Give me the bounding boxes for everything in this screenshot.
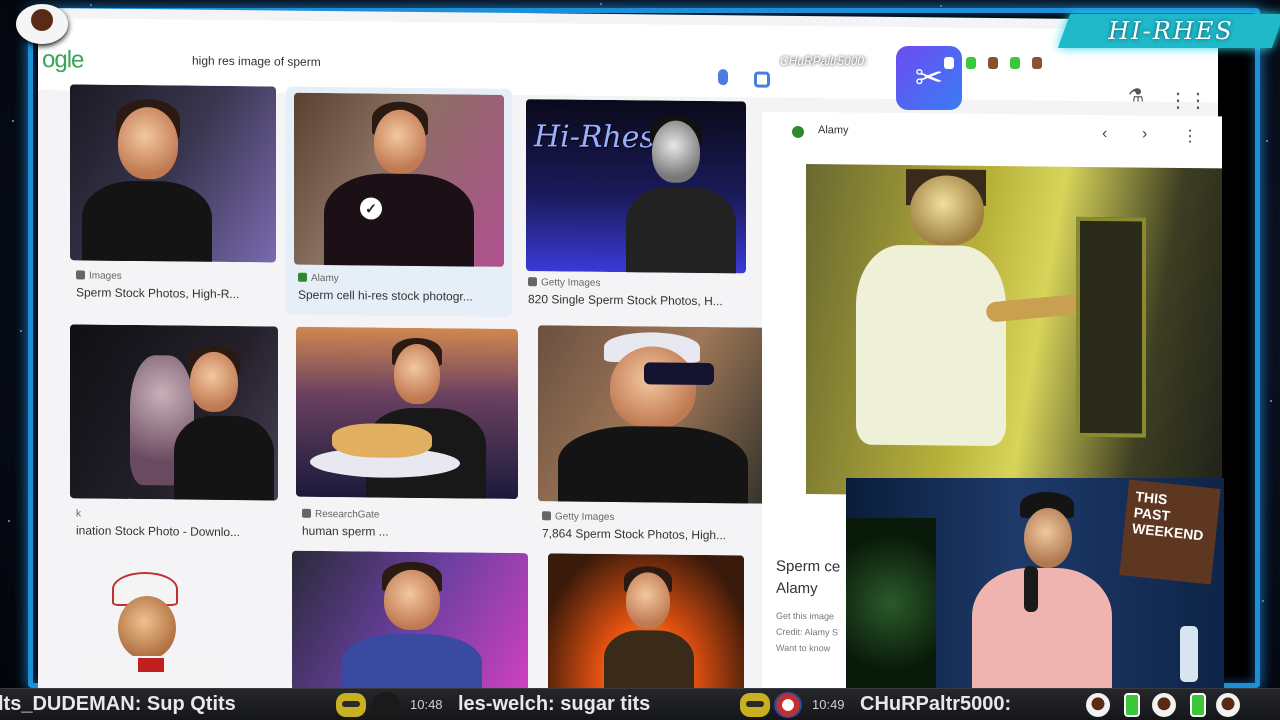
sunglasses bbox=[644, 362, 714, 386]
overlay-chat-user: CHuRPaltr5000: bbox=[780, 54, 868, 68]
result-source-5: ResearchGate bbox=[302, 508, 389, 521]
chat-message-2: les-welch: sugar tits bbox=[458, 693, 651, 715]
chat-message-1: lts_DUDEMAN: Sup Qtits bbox=[0, 693, 236, 715]
host-face bbox=[1024, 508, 1072, 568]
chat-badge-icon bbox=[740, 693, 770, 717]
result-caption-2[interactable]: Alamy Sperm cell hi-res stock photogr... bbox=[298, 272, 473, 304]
podcast-webcam: THIS PAST WEEKEND bbox=[846, 478, 1224, 688]
webcam-face bbox=[118, 596, 176, 660]
more-options-icon[interactable]: ⋮ bbox=[1182, 126, 1198, 146]
image-result-6[interactable] bbox=[538, 325, 770, 504]
webcam-left bbox=[82, 566, 262, 690]
chat-badge-icon bbox=[336, 693, 366, 717]
labs-flask-icon[interactable]: ⚗ bbox=[1128, 85, 1144, 106]
overlay-emotes bbox=[944, 56, 1054, 74]
google-lens-icon[interactable] bbox=[754, 71, 770, 88]
image-result-5[interactable] bbox=[296, 326, 518, 500]
result-source-1: Images bbox=[76, 270, 239, 283]
this-past-weekend-sign: THIS PAST WEEKEND bbox=[1119, 479, 1221, 585]
chevron-left-icon[interactable]: ‹ bbox=[1102, 125, 1107, 143]
battery-emote-icon bbox=[1190, 693, 1206, 717]
chevron-right-icon[interactable]: › bbox=[1142, 126, 1147, 144]
chat-time-2: 10:48 bbox=[410, 697, 443, 712]
coffee-cup-icon bbox=[16, 4, 68, 44]
battery-emote-icon bbox=[1124, 693, 1140, 717]
doorway bbox=[1076, 216, 1146, 438]
search-input[interactable]: high res image of sperm bbox=[192, 54, 712, 73]
image-result-8[interactable] bbox=[548, 553, 744, 696]
microphone bbox=[1024, 566, 1038, 612]
pink-shirt bbox=[972, 568, 1112, 688]
preview-image[interactable] bbox=[806, 164, 1222, 499]
chat-avatar bbox=[372, 692, 400, 718]
result-source-4: k bbox=[76, 508, 81, 520]
chat-time-3: 10:49 bbox=[812, 697, 845, 712]
coffee-emote-icon bbox=[1152, 693, 1176, 717]
hi-rhes-graphic-text: Hi-Rhes bbox=[534, 119, 655, 156]
preview-meta: Get this image Credit: Alamy S Want to kno… bbox=[776, 610, 839, 654]
result-source-3: Getty Images bbox=[528, 277, 723, 290]
verified-check-icon: ✓ bbox=[360, 197, 382, 220]
plant bbox=[846, 518, 936, 688]
result-source-2: Alamy bbox=[298, 272, 473, 286]
google-logo[interactable]: ogle bbox=[42, 46, 83, 74]
result-source-6: Getty Images bbox=[542, 511, 726, 524]
coffee-emote-icon bbox=[1086, 693, 1110, 717]
channel-brand-banner: HI-RHES bbox=[1057, 14, 1280, 48]
coffee-emote-icon bbox=[1216, 693, 1240, 717]
bread-rolls bbox=[332, 423, 432, 459]
image-result-2[interactable]: ✓ bbox=[294, 92, 504, 267]
chat-ticker: lts_DUDEMAN: Sup Qtits 10:48 les-welch: … bbox=[0, 688, 1280, 720]
preview-source[interactable]: Alamy bbox=[818, 124, 849, 136]
image-result-4[interactable] bbox=[70, 324, 278, 501]
image-result-1[interactable] bbox=[70, 84, 276, 263]
result-caption-6[interactable]: Getty Images 7,864 Sperm Stock Photos, H… bbox=[542, 511, 726, 542]
apps-grid-icon[interactable]: ⋮⋮ bbox=[1168, 88, 1208, 113]
image-result-3[interactable]: Hi-Rhes bbox=[526, 99, 746, 274]
result-caption-5[interactable]: ResearchGate human sperm ... bbox=[302, 508, 389, 539]
microphone-icon[interactable] bbox=[718, 69, 728, 86]
tank-top bbox=[856, 244, 1006, 447]
bow-tie bbox=[138, 658, 164, 672]
water-bottle bbox=[1180, 626, 1198, 682]
preview-title[interactable]: Sperm ce Alamy bbox=[776, 556, 840, 601]
alamy-source-icon bbox=[792, 125, 804, 139]
result-caption-1[interactable]: Images Sperm Stock Photos, High-R... bbox=[76, 270, 239, 301]
result-caption-3[interactable]: Getty Images 820 Single Sperm Stock Phot… bbox=[528, 277, 723, 308]
chat-message-3: CHuRPaltr5000: bbox=[860, 693, 1012, 715]
chat-avatar bbox=[774, 692, 802, 718]
result-caption-4[interactable]: k ination Stock Photo - Downlo... bbox=[76, 508, 240, 539]
image-result-7[interactable] bbox=[292, 550, 528, 694]
